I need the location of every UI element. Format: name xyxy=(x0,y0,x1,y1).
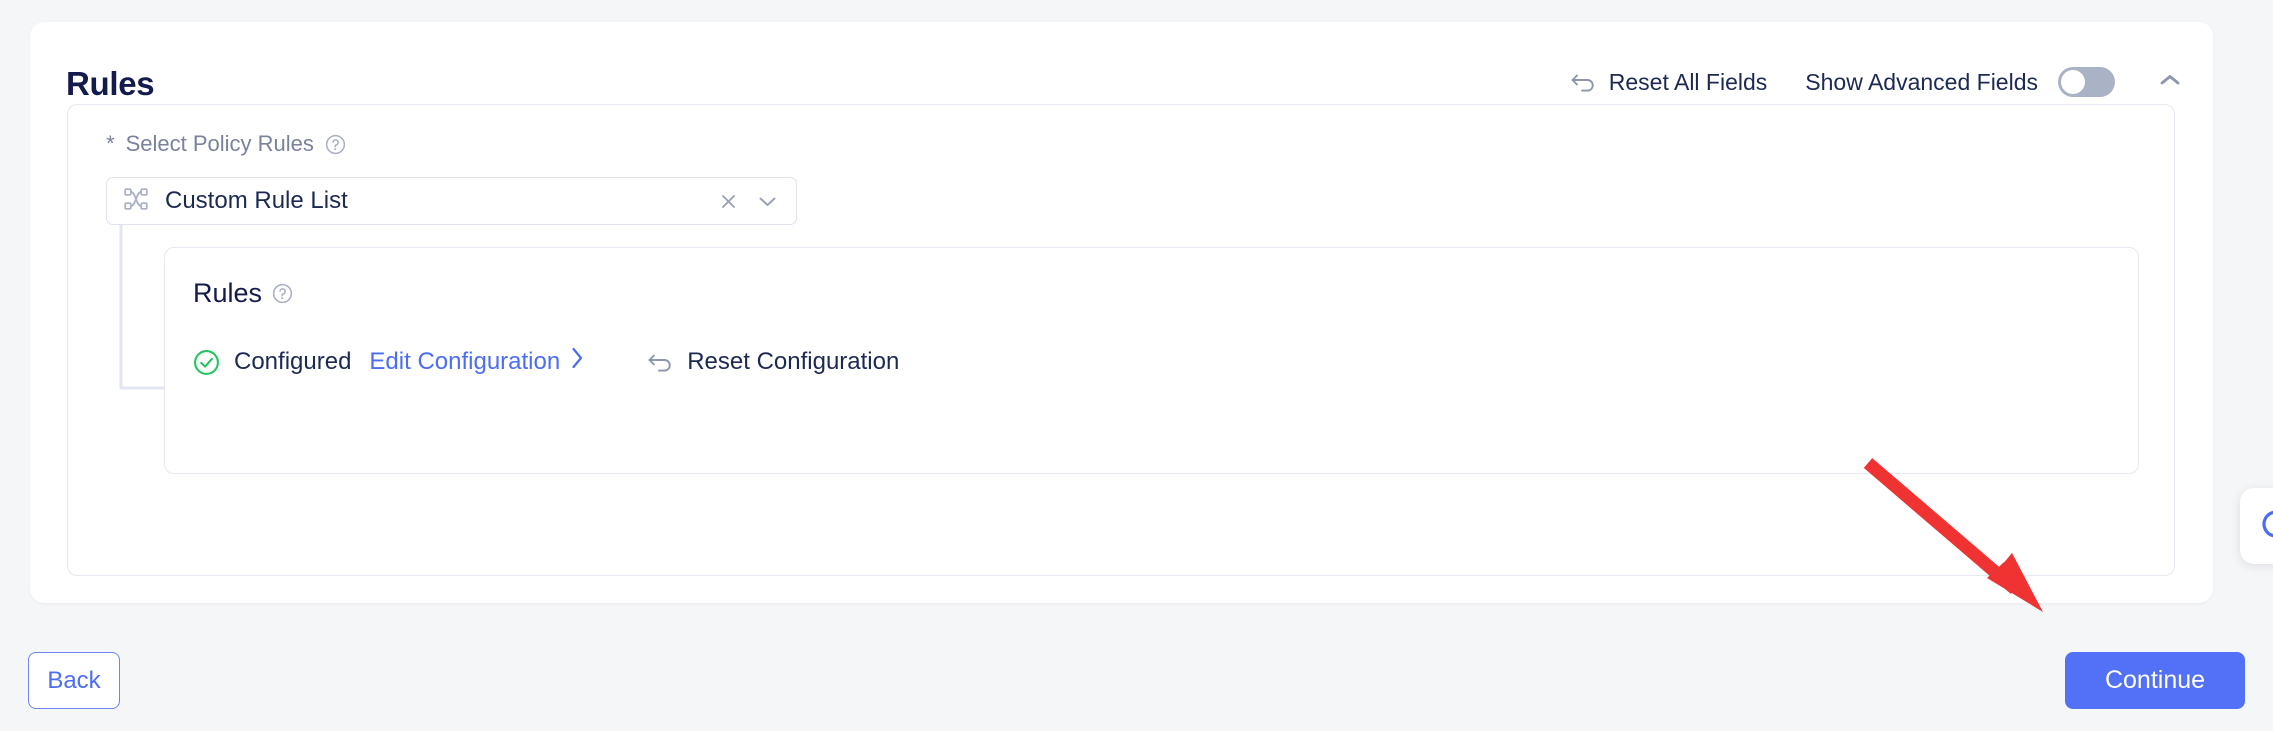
field-label-text: Select Policy Rules xyxy=(125,131,314,156)
rules-section-card: Rules Reset All Fields Show Advanced Fie… xyxy=(30,22,2213,603)
required-marker: * xyxy=(106,131,115,156)
continue-button[interactable]: Continue xyxy=(2065,652,2245,709)
reset-all-fields-button[interactable]: Reset All Fields xyxy=(1570,68,1806,96)
chevron-right-icon xyxy=(570,346,585,378)
rules-config-card: Rules Configured Edit Configuration Rese… xyxy=(164,247,2139,474)
rules-config-title-text: Rules xyxy=(193,278,263,308)
check-circle-icon xyxy=(193,349,220,376)
back-button[interactable]: Back xyxy=(28,652,120,709)
reset-configuration-button[interactable]: Reset Configuration xyxy=(647,347,899,377)
show-advanced-fields-control[interactable]: Show Advanced Fields xyxy=(1805,67,2115,97)
app-screen: Rules Reset All Fields Show Advanced Fie… xyxy=(0,0,2273,731)
edit-configuration-link[interactable]: Edit Configuration xyxy=(369,346,585,378)
show-advanced-fields-label: Show Advanced Fields xyxy=(1805,69,2038,95)
help-chat-icon xyxy=(2257,505,2273,548)
show-advanced-fields-toggle[interactable] xyxy=(2058,67,2115,97)
rules-config-actions: Configured Edit Configuration Reset Conf… xyxy=(193,344,899,380)
shuffle-nodes-icon xyxy=(123,186,165,217)
reset-arrow-icon xyxy=(647,351,673,373)
collapse-section-button[interactable] xyxy=(2155,67,2185,97)
reset-configuration-label: Reset Configuration xyxy=(687,348,900,375)
page-title: Rules xyxy=(66,65,155,102)
reset-all-fields-label: Reset All Fields xyxy=(1608,69,1768,95)
chevron-up-icon xyxy=(2159,73,2181,92)
question-circle-icon[interactable] xyxy=(272,283,293,304)
rules-config-title: Rules xyxy=(193,276,293,310)
help-chat-widget[interactable] xyxy=(2240,488,2273,564)
header-actions: Reset All Fields Show Advanced Fields xyxy=(1570,60,2185,104)
select-policy-rules-label: * Select Policy Rules xyxy=(106,130,346,158)
edit-configuration-label: Edit Configuration xyxy=(369,348,561,375)
question-circle-icon[interactable] xyxy=(325,134,346,155)
policy-rules-panel: * Select Policy Rules Custom Rule List R… xyxy=(67,104,2175,576)
policy-rules-select[interactable]: Custom Rule List xyxy=(106,177,797,225)
toggle-knob xyxy=(2061,70,2085,94)
close-x-icon[interactable] xyxy=(716,189,740,213)
status-badge: Configured xyxy=(193,347,351,377)
status-label: Configured xyxy=(234,348,352,375)
reset-arrow-icon xyxy=(1570,71,1596,93)
policy-rules-select-value: Custom Rule List xyxy=(165,187,348,214)
chevron-down-icon[interactable] xyxy=(756,190,778,212)
